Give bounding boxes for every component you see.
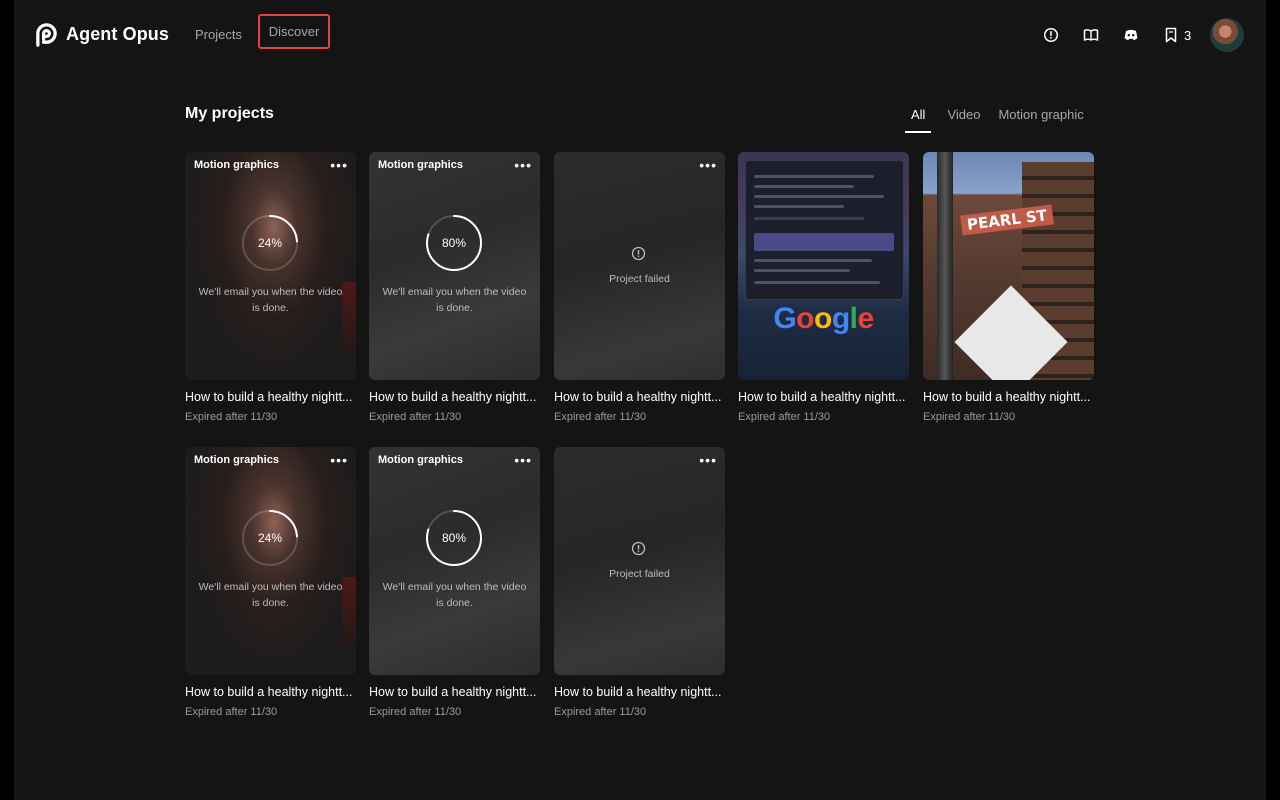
- card-title[interactable]: How to build a healthy nightt...: [738, 390, 909, 404]
- card-tag: Motion graphics: [378, 454, 463, 466]
- discord-icon[interactable]: [1123, 27, 1139, 43]
- more-icon[interactable]: •••: [330, 453, 348, 467]
- progress-ring: 24%: [241, 509, 299, 567]
- more-icon[interactable]: •••: [514, 158, 532, 172]
- credits-count: 3: [1184, 27, 1192, 43]
- card-thumbnail[interactable]: ••• Project failed: [554, 152, 725, 380]
- card-title[interactable]: How to build a healthy nightt...: [923, 390, 1094, 404]
- email-note: We'll email you when the video is done.: [382, 581, 527, 609]
- more-icon[interactable]: •••: [514, 453, 532, 467]
- more-icon[interactable]: •••: [330, 158, 348, 172]
- search-screenshot: [745, 160, 904, 300]
- progress-percent: 80%: [441, 236, 467, 250]
- app-window: Agent Opus Projects Discover 3 My projec…: [14, 0, 1266, 800]
- page-title: My projects: [185, 105, 274, 122]
- more-icon[interactable]: •••: [699, 453, 717, 467]
- more-icon[interactable]: •••: [699, 158, 717, 172]
- card-thumbnail[interactable]: PEARL ST: [923, 152, 1094, 380]
- card-thumbnail[interactable]: ••• Project failed: [554, 447, 725, 675]
- project-card[interactable]: PEARL ST How to build a healthy nightt..…: [923, 152, 1094, 423]
- progress-percent: 24%: [257, 531, 283, 545]
- card-thumbnail[interactable]: Motion graphics ••• 24% We'll email you …: [185, 447, 356, 675]
- project-card[interactable]: Motion graphics ••• 24% We'll email you …: [185, 447, 356, 718]
- card-expiry: Expired after 11/30: [738, 411, 831, 423]
- card-title[interactable]: How to build a healthy nightt...: [369, 390, 540, 404]
- card-thumbnail[interactable]: Motion graphics ••• 80% We'll email you …: [369, 152, 540, 380]
- card-expiry: Expired after 11/30: [369, 706, 462, 718]
- tab-video[interactable]: Video: [947, 107, 980, 133]
- bookmark-icon: [1164, 27, 1178, 43]
- filter-tabs: All Video Motion graphic: [905, 107, 1102, 133]
- card-expiry: Expired after 11/30: [923, 411, 1016, 423]
- card-title[interactable]: How to build a healthy nightt...: [185, 685, 356, 699]
- book-icon[interactable]: [1083, 27, 1099, 43]
- project-card[interactable]: Motion graphics ••• 80% We'll email you …: [369, 447, 540, 718]
- card-expiry: Expired after 11/30: [369, 411, 462, 423]
- card-expiry: Expired after 11/30: [554, 706, 647, 718]
- project-card[interactable]: ••• Project failed How to build a health…: [554, 152, 725, 423]
- card-tag: Motion graphics: [378, 159, 463, 171]
- card-title[interactable]: How to build a healthy nightt...: [554, 685, 725, 699]
- tab-motion-graphic[interactable]: Motion graphic: [998, 107, 1083, 133]
- credits-counter[interactable]: 3: [1164, 27, 1191, 43]
- card-thumbnail[interactable]: Google: [738, 152, 909, 380]
- progress-percent: 80%: [441, 531, 467, 545]
- email-note: We'll email you when the video is done.: [198, 286, 343, 314]
- progress-percent: 24%: [257, 236, 283, 250]
- card-title[interactable]: How to build a healthy nightt...: [554, 390, 725, 404]
- card-expiry: Expired after 11/30: [185, 706, 278, 718]
- info-icon[interactable]: [1043, 27, 1059, 43]
- project-card[interactable]: Motion graphics ••• 24% We'll email you …: [185, 152, 356, 423]
- alert-icon: [631, 541, 646, 556]
- progress-ring: 80%: [425, 214, 483, 272]
- card-expiry: Expired after 11/30: [185, 411, 278, 423]
- project-card[interactable]: Google How to build a healthy nightt... …: [738, 152, 909, 423]
- google-logo: Google: [773, 302, 874, 335]
- card-thumbnail[interactable]: Motion graphics ••• 80% We'll email you …: [369, 447, 540, 675]
- alert-icon: [631, 246, 646, 261]
- brand-logo[interactable]: Agent Opus: [34, 22, 169, 47]
- card-title[interactable]: How to build a healthy nightt...: [185, 390, 356, 404]
- project-card[interactable]: ••• Project failed How to build a health…: [554, 447, 725, 718]
- top-bar: Agent Opus Projects Discover 3: [14, 0, 1266, 70]
- tab-all[interactable]: All: [905, 107, 932, 133]
- card-tag: Motion graphics: [194, 159, 279, 171]
- card-tag: Motion graphics: [194, 454, 279, 466]
- project-card[interactable]: Motion graphics ••• 80% We'll email you …: [369, 152, 540, 423]
- failed-status: Project failed: [609, 568, 670, 580]
- failed-status: Project failed: [609, 273, 670, 285]
- avatar[interactable]: [1210, 18, 1244, 52]
- progress-ring: 24%: [241, 214, 299, 272]
- email-note: We'll email you when the video is done.: [198, 581, 343, 609]
- app-name: Agent Opus: [66, 24, 169, 44]
- card-thumbnail[interactable]: Motion graphics ••• 24% We'll email you …: [185, 152, 356, 380]
- logo-icon: [34, 22, 59, 47]
- nav-discover[interactable]: Discover: [258, 14, 330, 49]
- card-expiry: Expired after 11/30: [554, 411, 647, 423]
- email-note: We'll email you when the video is done.: [382, 286, 527, 314]
- nav-projects[interactable]: Projects: [195, 27, 242, 42]
- progress-ring: 80%: [425, 509, 483, 567]
- card-title[interactable]: How to build a healthy nightt...: [369, 685, 540, 699]
